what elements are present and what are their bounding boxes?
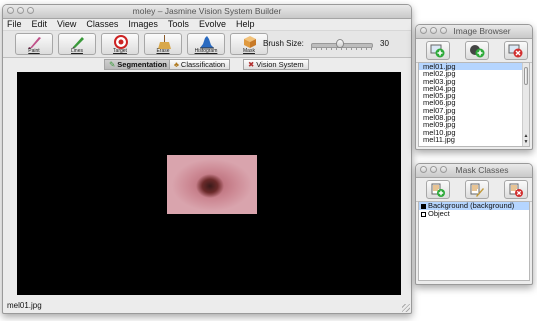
close-window-button[interactable] <box>420 166 427 173</box>
broom-icon <box>158 35 171 49</box>
menu-classes[interactable]: Classes <box>86 19 118 30</box>
close-window-button[interactable] <box>7 7 14 14</box>
add-image-icon <box>430 44 445 58</box>
paintbrush-icon <box>28 37 41 49</box>
image-browser-window: Image Browser mel01.jpg mel02.jpg mel03.… <box>415 24 533 150</box>
close-window-button[interactable] <box>420 27 427 34</box>
minimize-window-button[interactable] <box>17 7 24 14</box>
histogram-tool-button[interactable]: Histogram <box>187 33 225 55</box>
tab-segmentation[interactable]: ✎ Segmentation <box>104 59 172 70</box>
brush-size-slider-knob[interactable] <box>335 39 344 48</box>
list-item[interactable]: Object <box>419 210 529 218</box>
tab-segmentation-label: Segmentation <box>117 60 167 69</box>
target-tool-button[interactable]: Target <box>101 33 139 55</box>
image-canvas[interactable] <box>17 72 401 295</box>
scrollbar-thumb[interactable] <box>524 67 528 85</box>
remove-image-button[interactable] <box>504 41 528 60</box>
menu-images[interactable]: Images <box>128 19 158 30</box>
mask-classes-title: Mask Classes <box>455 165 509 175</box>
menu-evolve[interactable]: Evolve <box>199 19 226 30</box>
add-class-icon <box>431 183 445 197</box>
add-images-icon <box>470 45 485 58</box>
tab-classification-label: Classification <box>180 60 226 69</box>
edit-class-icon <box>470 183 484 197</box>
image-browser-title-bar[interactable]: Image Browser <box>416 25 532 39</box>
paint-tool-button[interactable]: Paint <box>15 33 53 55</box>
image-file-list[interactable]: mel01.jpg mel02.jpg mel03.jpg mel04.jpg … <box>418 62 530 147</box>
pencil-icon <box>72 37 84 49</box>
zoom-window-button[interactable] <box>440 27 447 34</box>
remove-class-icon <box>509 183 523 197</box>
menu-view[interactable]: View <box>57 19 76 30</box>
target-tool-label: Target <box>113 48 127 54</box>
scroll-down-arrow-icon[interactable]: ▼ <box>523 140 529 145</box>
minimize-window-button[interactable] <box>430 166 437 173</box>
tab-vision-system[interactable]: ✖ Vision System <box>243 59 309 70</box>
histogram-tool-label: Histogram <box>194 48 218 54</box>
class-color-swatch <box>421 203 426 209</box>
tools-icon: ✖ <box>248 60 255 69</box>
toolbar: Paint Lines Target Erase Histogram Mask … <box>3 30 411 58</box>
class-label: Object <box>428 209 450 218</box>
mask-classes-window: Mask Classes Background (background) Obj… <box>415 163 533 285</box>
menu-bar: File Edit View Classes Images Tools Evol… <box>3 19 411 30</box>
zoom-window-button[interactable] <box>27 7 34 14</box>
erase-tool-button[interactable]: Erase <box>144 33 182 55</box>
target-icon <box>114 35 128 49</box>
file-list-scrollbar[interactable]: ▲ ▼ <box>522 63 529 146</box>
tab-vision-system-label: Vision System <box>256 60 304 69</box>
resize-grip[interactable] <box>402 304 410 312</box>
title-bar[interactable]: moley – Jasmine Vision System Builder <box>3 5 411 19</box>
menu-edit[interactable]: Edit <box>32 19 48 30</box>
remove-class-button[interactable] <box>504 180 528 199</box>
mask-classes-title-bar[interactable]: Mask Classes <box>416 164 532 178</box>
puzzle-icon: ♣ <box>174 60 179 69</box>
edit-class-button[interactable] <box>465 180 489 199</box>
window-title: moley – Jasmine Vision System Builder <box>132 6 282 16</box>
add-images-button[interactable] <box>465 41 489 60</box>
remove-image-icon <box>508 44 523 58</box>
brush-size-label: Brush Size: <box>263 39 304 48</box>
status-filename: mel01.jpg <box>7 301 42 310</box>
image-browser-title: Image Browser <box>453 26 511 36</box>
minimize-window-button[interactable] <box>430 27 437 34</box>
pencil-icon: ✎ <box>109 60 116 69</box>
paint-tool-label: Paint <box>28 48 40 54</box>
menu-tools[interactable]: Tools <box>168 19 189 30</box>
image-browser-toolbar <box>416 39 532 63</box>
main-window: moley – Jasmine Vision System Builder Fi… <box>2 4 412 314</box>
class-color-swatch <box>421 211 426 217</box>
add-image-button[interactable] <box>426 41 450 60</box>
menu-help[interactable]: Help <box>236 19 255 30</box>
tab-classification[interactable]: ♣ Classification <box>169 59 231 70</box>
lines-tool-label: Lines <box>71 48 83 54</box>
skin-lesion-image <box>167 155 257 214</box>
histogram-icon <box>200 36 214 49</box>
menu-file[interactable]: File <box>7 19 22 30</box>
lines-tool-button[interactable]: Lines <box>58 33 96 55</box>
mask-classes-toolbar <box>416 178 532 202</box>
erase-tool-label: Erase <box>156 48 170 54</box>
list-item[interactable]: mel11.jpg <box>419 136 529 144</box>
brush-size-value: 30 <box>380 39 389 48</box>
box-icon <box>244 36 256 48</box>
tab-bar: ✎ Segmentation ♣ Classification ✖ Vision… <box>3 58 411 70</box>
mask-tool-label: Mask <box>243 48 255 54</box>
add-class-button[interactable] <box>426 180 450 199</box>
mask-class-list[interactable]: Background (background) Object <box>418 201 530 281</box>
zoom-window-button[interactable] <box>440 166 447 173</box>
